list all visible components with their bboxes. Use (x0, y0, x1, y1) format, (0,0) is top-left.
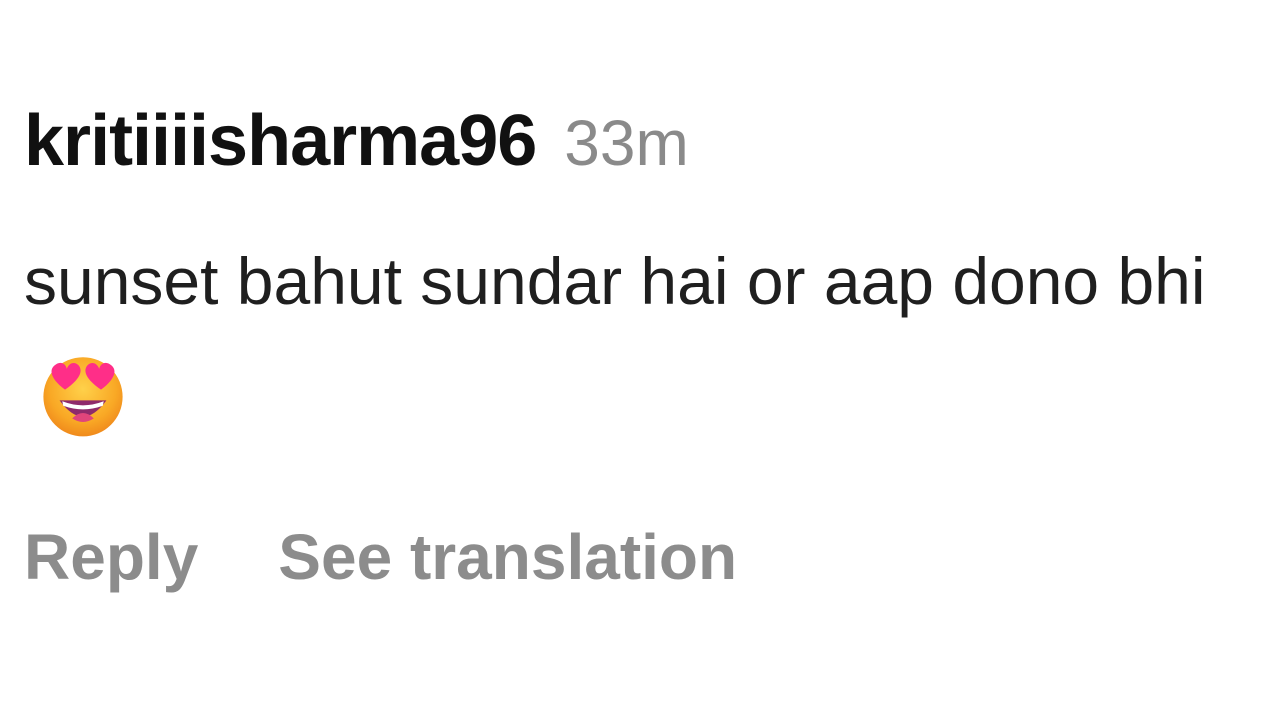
comment-header: kritiiiisharma96 33m (24, 100, 1264, 188)
see-translation-button[interactable]: See translation (278, 520, 737, 594)
comment-body: sunset bahut sundar hai or aap dono bhi (24, 222, 1259, 458)
reply-button[interactable]: Reply (24, 520, 198, 594)
comment-actions: Reply See translation (24, 520, 1264, 594)
heart-eyes-emoji-icon (38, 350, 128, 440)
comment: kritiiiisharma96 33m sunset bahut sundar… (24, 100, 1264, 594)
comment-timestamp[interactable]: 33m (564, 106, 689, 180)
comment-text: sunset bahut sundar hai or aap dono bhi (24, 244, 1206, 318)
comment-username[interactable]: kritiiiisharma96 (24, 100, 537, 182)
